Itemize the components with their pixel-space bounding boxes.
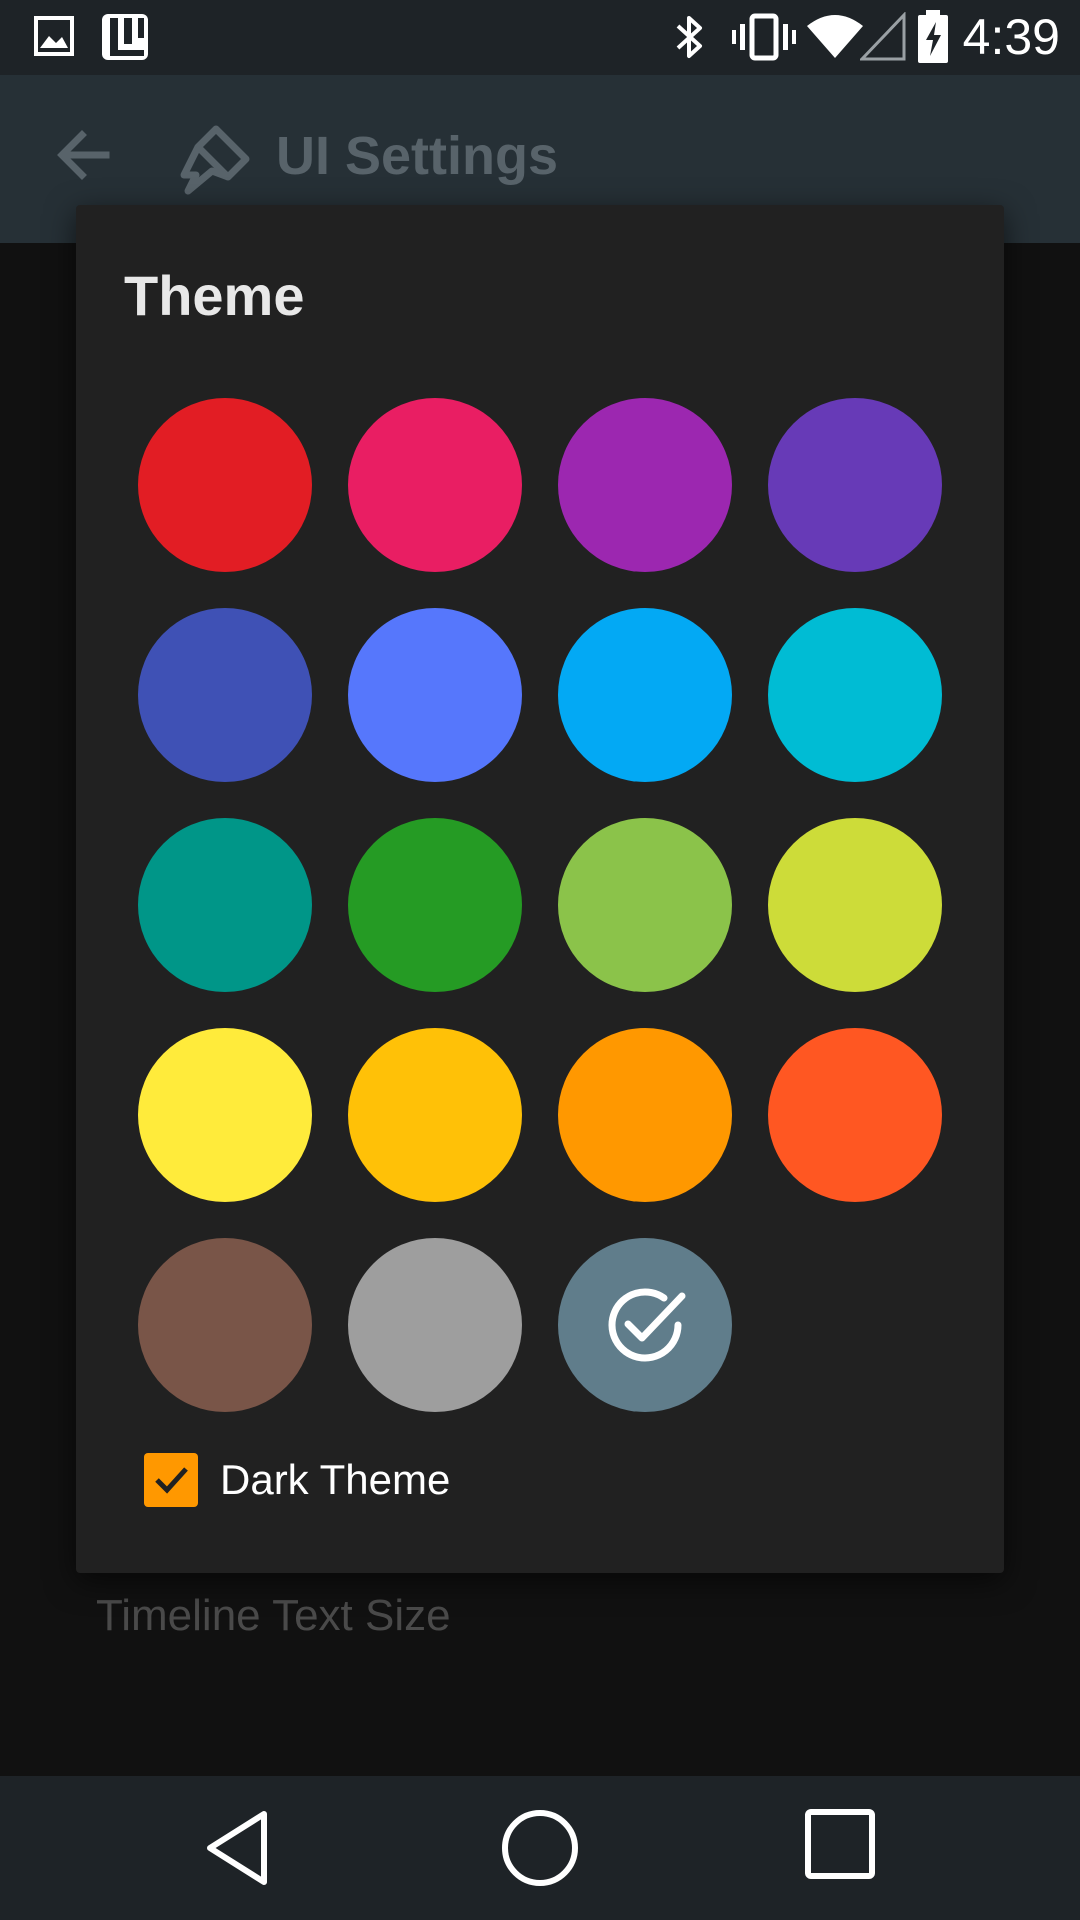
theme-dialog: Theme Dark Theme	[76, 205, 1004, 1573]
theme-swatch-cyan[interactable]	[768, 608, 942, 782]
theme-swatch-blue[interactable]	[348, 608, 522, 782]
theme-swatch-orange[interactable]	[558, 1028, 732, 1202]
recents-square-icon[interactable]	[804, 1808, 876, 1885]
bluetooth-icon	[672, 12, 706, 67]
page-title: UI Settings	[276, 126, 559, 186]
theme-swatch-teal[interactable]	[138, 818, 312, 992]
status-time: 4:39	[962, 9, 1060, 65]
theme-swatch-lime[interactable]	[768, 818, 942, 992]
back-arrow-icon[interactable]	[56, 127, 112, 188]
dialog-title: Theme	[124, 264, 305, 327]
selected-check-icon	[600, 1280, 690, 1375]
signal-icon	[858, 11, 906, 67]
brush-icon	[176, 119, 256, 204]
theme-swatch-grey[interactable]	[348, 1238, 522, 1412]
image-icon	[34, 16, 74, 61]
theme-swatch-pink[interactable]	[348, 398, 522, 572]
theme-swatch-yellow[interactable]	[138, 1028, 312, 1202]
theme-swatch-brown[interactable]	[138, 1238, 312, 1412]
checkmark-icon	[155, 1467, 188, 1494]
vibrate-icon	[732, 12, 796, 67]
theme-swatch-red[interactable]	[138, 398, 312, 572]
theme-swatch-light-blue[interactable]	[558, 608, 732, 782]
screen: 4:39 UI Settings Timeline Text Size Them…	[0, 0, 1080, 1920]
theme-swatch-amber[interactable]	[348, 1028, 522, 1202]
dark-theme-label: Dark Theme	[220, 1456, 451, 1503]
theme-swatch-indigo[interactable]	[138, 608, 312, 782]
battery-charging-icon	[916, 10, 950, 69]
app-icon	[100, 12, 150, 67]
dark-theme-option[interactable]: Dark Theme	[144, 1450, 450, 1510]
dark-theme-checkbox[interactable]	[144, 1453, 198, 1507]
theme-swatch-blue-grey[interactable]	[558, 1238, 732, 1412]
navigation-bar	[0, 1776, 1080, 1920]
theme-swatch-deep-orange[interactable]	[768, 1028, 942, 1202]
wifi-icon	[806, 12, 864, 67]
theme-swatch-deep-purple[interactable]	[768, 398, 942, 572]
timeline-text-size-item[interactable]: Timeline Text Size	[96, 1591, 451, 1641]
theme-swatch-purple[interactable]	[558, 398, 732, 572]
status-bar: 4:39	[0, 0, 1080, 75]
theme-swatch-green[interactable]	[348, 818, 522, 992]
back-triangle-icon[interactable]	[200, 1808, 276, 1893]
home-circle-icon[interactable]	[500, 1808, 580, 1893]
theme-swatch-light-green[interactable]	[558, 818, 732, 992]
